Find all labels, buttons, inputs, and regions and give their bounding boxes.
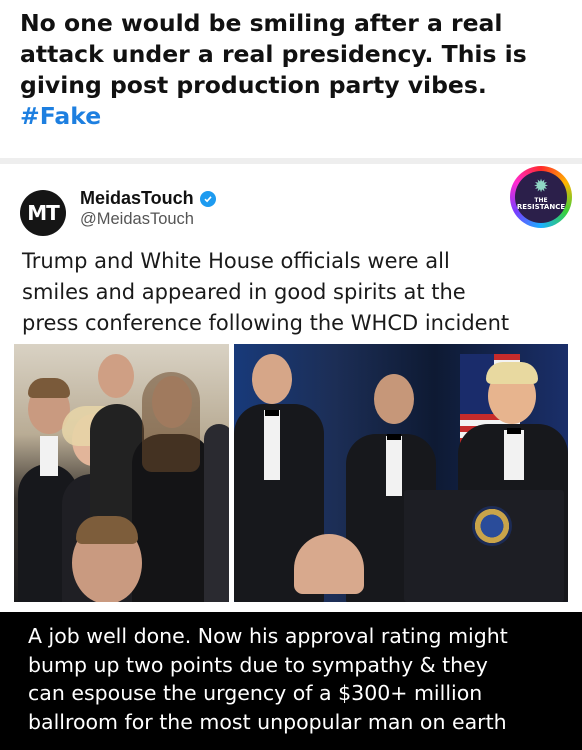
divider <box>0 158 582 164</box>
group-photo[interactable] <box>14 344 229 602</box>
author-handle[interactable]: @MeidasTouch <box>80 210 194 229</box>
bottom-caption-line: can espouse the urgency of a $300+ milli… <box>28 681 483 705</box>
caption-line: attack under a real presidency. This is <box>20 40 527 68</box>
tweet-text-line: Trump and White House officials were all <box>22 249 450 273</box>
liberty-crown-icon: ✹ <box>533 176 549 196</box>
bottom-caption: A job well done. Now his approval rating… <box>28 622 568 736</box>
caption-line: No one would be smiling after a real <box>20 9 503 37</box>
bottom-caption-line: ballroom for the most unpopular man on e… <box>28 709 507 734</box>
badge-label-bottom: RESISTANCE <box>516 203 566 211</box>
avatar-logo-text: MT <box>27 201 60 225</box>
tweet-text-line: smiles and appeared in good spirits at t… <box>22 280 466 304</box>
tweet-text-line: press conference following the WHCD inci… <box>22 311 510 335</box>
hashtag-link[interactable]: #Fake <box>20 101 570 132</box>
podium-photo[interactable] <box>234 344 568 602</box>
tweet-text: Trump and White House officials were all… <box>22 246 567 339</box>
verified-badge-icon <box>199 190 216 207</box>
avatar[interactable]: MT <box>20 190 66 236</box>
author-name[interactable]: MeidasTouch <box>80 188 216 209</box>
top-caption: No one would be smiling after a real att… <box>20 8 570 132</box>
bottom-caption-line: A job well done. Now his approval rating… <box>28 624 508 648</box>
resistance-badge-icon: ✹ THE RESISTANCE <box>510 166 572 228</box>
author-name-label: MeidasTouch <box>80 188 194 208</box>
presidential-seal-icon <box>472 506 512 546</box>
bottom-caption-line: bump up two points due to sympathy & the… <box>28 652 488 677</box>
caption-line: giving post production party vibes. <box>20 71 487 99</box>
